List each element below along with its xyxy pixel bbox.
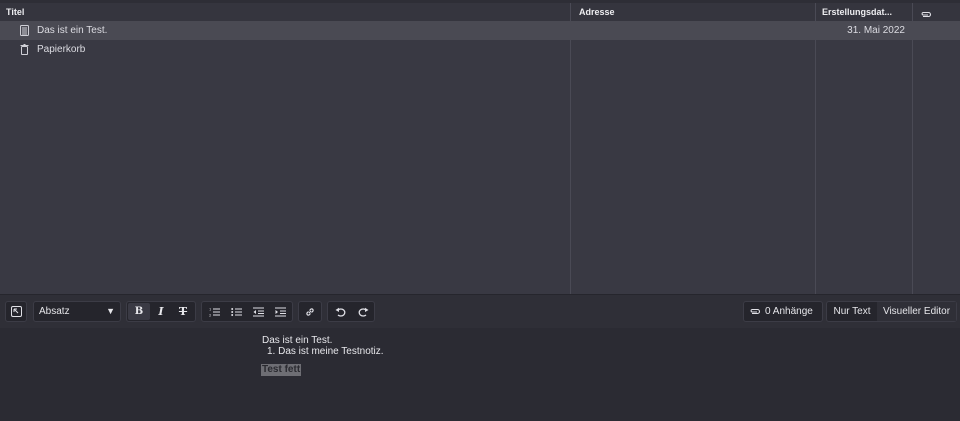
collapse-icon	[6, 303, 26, 320]
outdent-icon	[252, 307, 264, 316]
attachments-label: 0 Anhänge	[765, 306, 813, 317]
italic-icon: I	[158, 305, 164, 318]
indent-icon	[274, 307, 286, 316]
plain-text-mode-button[interactable]: Nur Text	[827, 302, 877, 321]
format-select[interactable]: Absatz ▼	[33, 301, 121, 322]
note-list-item[interactable]: 1. Das ist meine Testnotiz.	[267, 346, 384, 357]
format-select-value: Absatz	[39, 306, 70, 317]
link-icon	[299, 303, 321, 320]
svg-text:2: 2	[209, 313, 211, 317]
items-table: Titel Adresse Erstellungsdat... Das ist …	[0, 0, 960, 294]
svg-text:1: 1	[209, 307, 211, 311]
paperclip-icon	[750, 308, 761, 315]
column-header-date[interactable]: Erstellungsdat...	[822, 3, 910, 21]
table-header: Titel Adresse Erstellungsdat...	[0, 3, 960, 22]
history-group	[327, 301, 375, 322]
italic-button[interactable]: I	[150, 303, 172, 320]
dropdown-arrow-icon: ▼	[106, 306, 115, 316]
list-format-group: 1 2	[201, 301, 293, 322]
row-title: Das ist ein Test.	[37, 25, 108, 36]
outdent-button[interactable]	[247, 303, 269, 320]
bold-icon: B	[134, 306, 144, 317]
text-format-group: B I T	[126, 301, 196, 322]
collapse-button[interactable]	[5, 301, 27, 322]
note-paragraph[interactable]: Das ist ein Test.	[262, 335, 332, 346]
row-title: Papierkorb	[37, 44, 86, 55]
note-icon	[20, 25, 29, 36]
ordered-list-icon: 1 2	[209, 307, 220, 317]
bullet-list-button[interactable]	[225, 303, 247, 320]
link-button[interactable]	[298, 301, 322, 322]
paperclip-icon	[921, 11, 932, 17]
row-date: 31. Mai 2022	[847, 25, 905, 36]
strikethrough-button[interactable]: T	[172, 303, 194, 320]
editor-mode-switch: Nur Text Visueller Editor	[826, 301, 957, 322]
bullet-list-icon	[230, 307, 242, 316]
redo-button[interactable]	[352, 303, 374, 320]
note-editor[interactable]: Das ist ein Test. 1. Das ist meine Testn…	[0, 328, 960, 421]
zotero-notes-window: Titel Adresse Erstellungsdat... Das ist …	[0, 0, 960, 421]
column-header-attachments[interactable]	[920, 7, 936, 17]
attachments-button[interactable]: 0 Anhänge	[743, 301, 823, 322]
table-row[interactable]: Papierkorb	[0, 40, 960, 59]
editor-toolbar: Absatz ▼ B I T 1 2 0 Anhänge Nur Text Vi…	[0, 294, 960, 329]
indent-button[interactable]	[269, 303, 291, 320]
column-header-address[interactable]: Adresse	[579, 3, 809, 21]
strikethrough-icon: T	[178, 305, 188, 318]
bold-button[interactable]: B	[128, 303, 150, 320]
trash-icon	[20, 44, 29, 55]
visual-editor-mode-button[interactable]: Visueller Editor	[877, 302, 956, 321]
undo-icon	[335, 307, 345, 317]
redo-icon	[358, 307, 368, 317]
column-header-title[interactable]: Titel	[6, 3, 566, 21]
table-row[interactable]: Das ist ein Test. 31. Mai 2022	[0, 21, 960, 40]
ordered-list-button[interactable]: 1 2	[203, 303, 225, 320]
undo-button[interactable]	[329, 303, 351, 320]
note-bold-selected-text[interactable]: Test fett	[261, 364, 302, 376]
